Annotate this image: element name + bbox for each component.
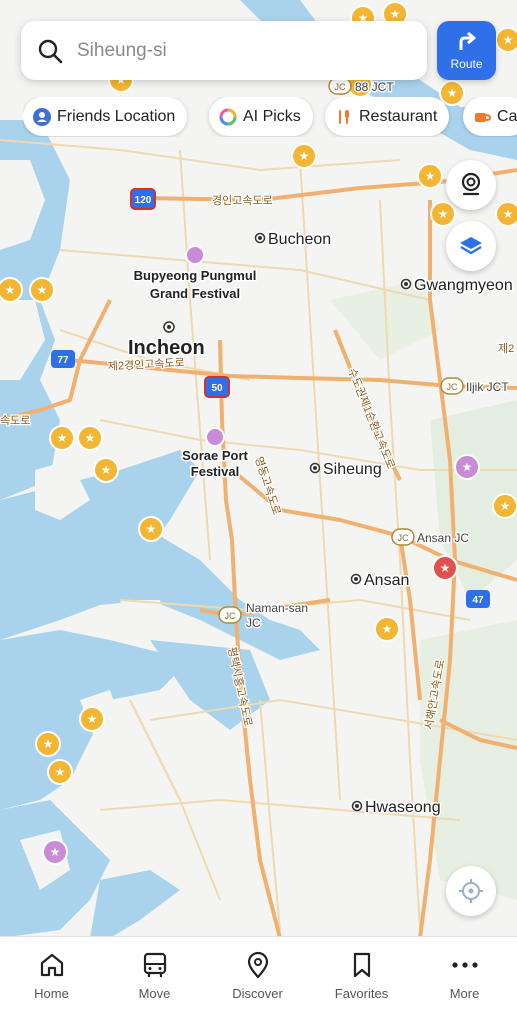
- map-label-hwaseong: Hwaseong: [365, 799, 441, 816]
- svg-text:★: ★: [425, 169, 436, 183]
- svg-text:★: ★: [438, 207, 449, 221]
- svg-text:★: ★: [503, 33, 514, 47]
- chip-ai-picks[interactable]: AI Picks: [209, 97, 313, 136]
- svg-text:★: ★: [462, 460, 473, 474]
- map-label-siheung: Siheung: [323, 461, 382, 478]
- svg-text:★: ★: [440, 561, 451, 575]
- chip-restaurant[interactable]: Restaurant: [325, 97, 450, 136]
- chip-label: Restaurant: [359, 107, 438, 125]
- festival-label-bupyeong-2: Grand Festival: [150, 286, 240, 301]
- festival-label-bupyeong-1: Bupyeong Pungmul: [134, 268, 257, 283]
- svg-text:★: ★: [390, 7, 401, 21]
- tab-favorites[interactable]: Favorites: [310, 951, 413, 1001]
- svg-text:★: ★: [37, 283, 48, 297]
- route-shield-120: 120: [135, 195, 152, 206]
- festival-label-sorae-2: Festival: [191, 464, 239, 479]
- junction-label-ansan: Ansan JC: [417, 531, 469, 545]
- svg-text:★: ★: [50, 845, 61, 859]
- svg-text:★: ★: [146, 522, 157, 536]
- road-label-gyeongin: 경인고속도로: [212, 194, 273, 207]
- svg-text:★: ★: [5, 283, 16, 297]
- tab-label: Move: [138, 986, 171, 1001]
- bookmark-icon: [353, 952, 370, 978]
- chip-cafe[interactable]: Ca: [463, 97, 517, 136]
- map-label-incheon: Incheon: [128, 337, 205, 359]
- junction-label-88: 88 JCT: [355, 80, 394, 94]
- jc-badge-text: JC: [335, 82, 347, 92]
- bottom-tab-bar: Home Move Discover Favorites More: [0, 936, 517, 1025]
- crosshair-icon: [459, 879, 483, 903]
- search-bar[interactable]: Siheung-si: [21, 21, 427, 80]
- jc-badge-text: JC: [398, 533, 410, 543]
- ai-picks-ring-icon: [219, 108, 237, 125]
- more-dots-icon: [451, 962, 478, 968]
- street-view-button[interactable]: [446, 160, 496, 210]
- chip-friends-location[interactable]: Friends Location: [23, 97, 188, 136]
- my-location-button[interactable]: [446, 866, 496, 916]
- friends-location-icon: [33, 107, 51, 126]
- map-layers-button[interactable]: [446, 221, 496, 271]
- restaurant-icon: [339, 109, 349, 124]
- jc-badge-text: JC: [225, 611, 237, 621]
- tab-discover[interactable]: Discover: [206, 951, 309, 1001]
- route-shield-47: 47: [472, 595, 484, 606]
- search-input[interactable]: Siheung-si: [77, 40, 167, 62]
- search-icon: [38, 39, 63, 63]
- route-button-label: Route: [450, 57, 483, 71]
- tab-move[interactable]: Move: [103, 951, 206, 1001]
- cafe-icon: [475, 112, 491, 122]
- route-shield-77: 77: [57, 355, 69, 366]
- category-chips: Friends Location AI Picks Restaurant Ca: [23, 97, 517, 137]
- svg-text:★: ★: [299, 149, 310, 163]
- junction-label-namansan-2: JC: [246, 616, 261, 630]
- route-arrow-icon: [459, 31, 475, 50]
- tab-home[interactable]: Home: [0, 951, 103, 1001]
- road-label-left-edge: 속도로: [0, 414, 30, 427]
- svg-text:★: ★: [382, 622, 393, 636]
- chip-label: Ca: [497, 107, 517, 125]
- chip-label: Friends Location: [57, 107, 176, 125]
- map-label-bucheon: Bucheon: [268, 231, 331, 248]
- home-icon: [40, 953, 63, 977]
- svg-text:★: ★: [55, 765, 66, 779]
- svg-text:★: ★: [57, 431, 68, 445]
- tab-label: More: [449, 986, 480, 1001]
- chip-label: AI Picks: [243, 107, 301, 125]
- svg-text:★: ★: [43, 737, 54, 751]
- location-pin-icon: [247, 951, 268, 979]
- svg-text:★: ★: [101, 463, 112, 477]
- tab-label: Discover: [232, 986, 283, 1001]
- festival-label-sorae-1: Sorae Port: [182, 448, 248, 463]
- junction-label-namansan-1: Naman-san: [246, 601, 308, 615]
- map-label-ansan: Ansan: [364, 572, 409, 589]
- map-label-gwangmyeong: Gwangmyeon: [414, 277, 513, 294]
- street-view-icon: [461, 172, 481, 196]
- tab-label: Home: [34, 986, 69, 1001]
- bus-icon: [143, 952, 166, 977]
- jc-badge-text: JC: [447, 382, 459, 392]
- route-button[interactable]: Route: [437, 21, 496, 80]
- layers-icon: [460, 237, 482, 255]
- svg-text:★: ★: [503, 207, 514, 221]
- tab-label: Favorites: [334, 986, 389, 1001]
- route-shield-50: 50: [211, 383, 223, 394]
- svg-text:★: ★: [500, 499, 511, 513]
- svg-text:★: ★: [85, 431, 96, 445]
- map-canvas[interactable]: ★ ★★ ★ ★★ ★★★ ★★ ★ ★ ★★ ★★★ ★★★ ★ ★ ★ Incheo…: [0, 0, 517, 938]
- road-label-right-edge: 제2: [498, 342, 514, 355]
- junction-label-iljik: Iljik JCT: [466, 380, 509, 394]
- svg-text:★: ★: [87, 712, 98, 726]
- tab-more[interactable]: More: [413, 951, 516, 1001]
